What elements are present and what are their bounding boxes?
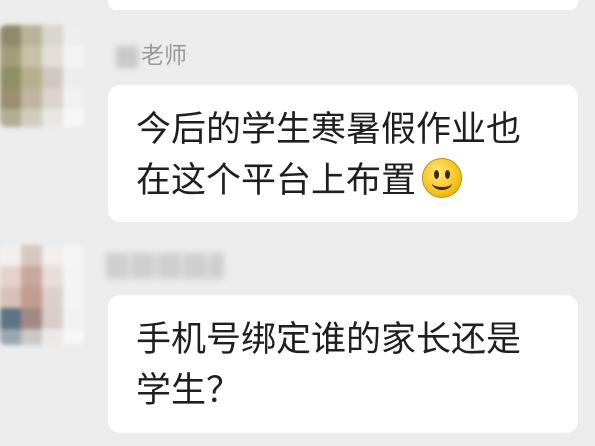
avatar-pixel <box>21 109 42 127</box>
avatar-pixel <box>0 245 21 266</box>
avatar-pixel <box>21 25 42 46</box>
sender-name: 老师 <box>116 41 187 71</box>
avatar-pixel <box>21 88 42 109</box>
smile-icon <box>422 158 463 198</box>
avatar-pixel <box>42 25 63 46</box>
avatar-pixel <box>42 46 63 67</box>
blurred-name <box>106 253 224 279</box>
sender-name <box>106 253 224 279</box>
avatar-pixel <box>63 308 84 329</box>
avatar-mosaic <box>0 25 84 127</box>
avatar-pixel <box>21 287 42 308</box>
avatar-pixel <box>21 308 42 329</box>
avatar-pixel <box>21 46 42 67</box>
previous-message-bubble <box>108 0 578 10</box>
avatar-pixel <box>42 329 63 345</box>
avatar-pixel <box>0 266 21 287</box>
avatar-pixel <box>21 245 42 266</box>
blurred-name <box>116 45 138 68</box>
avatar-pixel <box>63 329 84 345</box>
avatar-pixel <box>42 88 63 109</box>
avatar-pixel <box>63 25 84 46</box>
avatar-pixel <box>63 266 84 287</box>
avatar[interactable] <box>0 25 84 127</box>
message-line-text: 在这个平台上布置 <box>136 161 417 201</box>
message-line-with-emoji: 在这个平台上布置 <box>136 156 550 207</box>
avatar-pixel <box>42 308 63 329</box>
avatar-pixel <box>0 46 21 67</box>
avatar-pixel <box>42 67 63 88</box>
avatar-pixel <box>63 67 84 88</box>
avatar-pixel <box>0 88 21 109</box>
message-bubble[interactable]: 手机号绑定谁的家长还是 学生？ <box>108 295 578 433</box>
avatar-pixel <box>21 67 42 88</box>
avatar-pixel <box>0 67 21 88</box>
avatar-pixel <box>63 245 84 266</box>
avatar-pixel <box>42 266 63 287</box>
avatar-pixel <box>0 109 21 127</box>
avatar-pixel <box>0 287 21 308</box>
message-line: 手机号绑定谁的家长还是 <box>136 320 522 360</box>
avatar-pixel <box>21 266 42 287</box>
avatar-pixel <box>63 109 84 127</box>
avatar-pixel <box>21 329 42 345</box>
avatar-pixel <box>63 46 84 67</box>
avatar-pixel <box>63 287 84 308</box>
message-line: 今后的学生寒暑假作业也 <box>136 110 522 150</box>
avatar-pixel <box>42 245 63 266</box>
avatar-mosaic <box>0 245 84 345</box>
sender-name-suffix: 老师 <box>141 43 187 69</box>
message-bubble[interactable]: 今后的学生寒暑假作业也 在这个平台上布置 <box>108 85 578 222</box>
avatar[interactable] <box>0 245 84 345</box>
avatar-pixel <box>0 308 21 329</box>
message-line: 学生？ <box>136 371 242 411</box>
avatar-pixel <box>42 287 63 308</box>
avatar-pixel <box>63 88 84 109</box>
avatar-pixel <box>0 329 21 345</box>
avatar-pixel <box>0 25 21 46</box>
avatar-pixel <box>42 109 63 127</box>
smile-icon-mouth <box>432 176 453 190</box>
